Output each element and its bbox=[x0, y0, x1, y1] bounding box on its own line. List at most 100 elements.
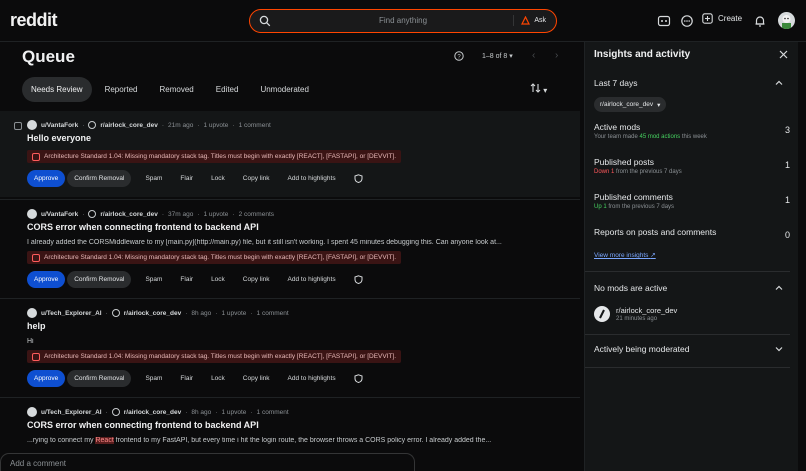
ask-label: Ask bbox=[534, 17, 546, 24]
post-body-start: ...rying to connect my bbox=[27, 437, 96, 444]
stat-value: 3 bbox=[784, 125, 790, 135]
spam-button[interactable]: Spam bbox=[137, 271, 170, 288]
shield-icon bbox=[354, 275, 363, 284]
post-author[interactable]: u/Tech_Explorer_AI bbox=[41, 310, 102, 317]
moderator-time: 21 minutes ago bbox=[616, 316, 658, 322]
stat-value: 1 bbox=[784, 195, 790, 205]
period-header[interactable]: Last 7 days bbox=[594, 78, 637, 88]
tab-reported[interactable]: Reported bbox=[96, 77, 147, 102]
post-subreddit[interactable]: r/airlock_core_dev bbox=[100, 122, 157, 129]
post-comments[interactable]: 1 comment bbox=[257, 409, 289, 416]
user-avatar-icon bbox=[27, 120, 37, 130]
post-comments[interactable]: 2 comments bbox=[239, 211, 274, 218]
close-icon[interactable] bbox=[779, 50, 788, 59]
post-title[interactable]: help bbox=[27, 321, 46, 331]
user-avatar-icon bbox=[27, 407, 37, 417]
chevron-up-icon[interactable] bbox=[775, 284, 783, 292]
post-subreddit[interactable]: r/airlock_core_dev bbox=[124, 409, 181, 416]
chevron-up-icon[interactable] bbox=[775, 79, 783, 87]
create-button[interactable]: Create bbox=[702, 13, 742, 24]
add-to-highlights-button[interactable]: Add to highlights bbox=[280, 370, 344, 387]
tab-removed[interactable]: Removed bbox=[151, 77, 203, 102]
confirm-removal-button[interactable]: Confirm Removal bbox=[67, 271, 132, 288]
subreddit-icon bbox=[111, 408, 120, 416]
stat-sub-post: from the previous 7 days bbox=[614, 169, 682, 175]
rule-text: Architecture Standard 1.04: Missing mand… bbox=[44, 353, 397, 360]
post-comments[interactable]: 1 comment bbox=[239, 122, 271, 129]
add-comment-input[interactable]: Add a comment bbox=[0, 453, 415, 471]
meta-separator: · bbox=[232, 121, 235, 129]
search-bar[interactable]: Find anything Ask bbox=[249, 9, 557, 33]
reddit-logo[interactable]: reddit bbox=[10, 10, 58, 31]
post-comments[interactable]: 1 comment bbox=[257, 310, 289, 317]
copy-link-button[interactable]: Copy link bbox=[235, 370, 278, 387]
post-subreddit[interactable]: r/airlock_core_dev bbox=[100, 211, 157, 218]
post-title[interactable]: CORS error when connecting frontend to b… bbox=[27, 420, 259, 430]
add-to-highlights-button[interactable]: Add to highlights bbox=[280, 271, 344, 288]
subreddit-logo-icon bbox=[594, 306, 610, 322]
queue-tabs: Needs Review Reported Removed Edited Unm… bbox=[22, 77, 322, 102]
highlighted-keyword: React bbox=[95, 437, 114, 444]
prev-page-icon[interactable]: ‹ bbox=[532, 50, 535, 61]
post-title[interactable]: CORS error when connecting frontend to b… bbox=[27, 222, 259, 232]
view-more-insights-link[interactable]: View more insights ↗ bbox=[594, 251, 656, 259]
shield-button[interactable] bbox=[346, 370, 371, 387]
post-subreddit[interactable]: r/airlock_core_dev bbox=[124, 310, 181, 317]
next-page-icon[interactable]: › bbox=[555, 50, 558, 61]
confirm-removal-button[interactable]: Confirm Removal bbox=[67, 370, 132, 387]
copy-link-button[interactable]: Copy link bbox=[235, 271, 278, 288]
sort-button[interactable]: ▾ bbox=[530, 83, 547, 95]
shield-icon bbox=[354, 374, 363, 383]
chevron-down-icon[interactable] bbox=[775, 345, 783, 353]
post-time: 37m ago bbox=[168, 210, 194, 218]
ask-button[interactable]: Ask bbox=[513, 12, 553, 29]
subreddit-icon bbox=[88, 210, 97, 218]
meta-separator: · bbox=[105, 309, 108, 317]
tab-unmoderated[interactable]: Unmoderated bbox=[251, 77, 317, 102]
lock-button[interactable]: Lock bbox=[203, 271, 233, 288]
copy-link-button[interactable]: Copy link bbox=[235, 170, 278, 187]
post-author[interactable]: u/Tech_Explorer_AI bbox=[41, 409, 102, 416]
insights-title: Insights and activity bbox=[594, 49, 691, 60]
meta-separator: · bbox=[161, 121, 165, 129]
add-to-highlights-button[interactable]: Add to highlights bbox=[280, 170, 344, 187]
post-title[interactable]: Hello everyone bbox=[27, 133, 91, 143]
divider bbox=[585, 271, 790, 272]
spam-button[interactable]: Spam bbox=[137, 170, 170, 187]
no-mods-header[interactable]: No mods are active bbox=[594, 283, 667, 293]
pagination-dropdown[interactable]: 1–8 of 8 ▾ bbox=[482, 52, 513, 60]
chat-icon[interactable] bbox=[680, 14, 694, 28]
flair-button[interactable]: Flair bbox=[172, 271, 201, 288]
lock-button[interactable]: Lock bbox=[203, 170, 233, 187]
meta-separator: · bbox=[185, 408, 188, 416]
lock-button[interactable]: Lock bbox=[203, 370, 233, 387]
meta-separator: · bbox=[185, 309, 188, 317]
flair-button[interactable]: Flair bbox=[172, 170, 201, 187]
bell-icon[interactable] bbox=[753, 14, 767, 28]
actively-moderated-header[interactable]: Actively being moderated bbox=[594, 344, 689, 354]
post-author[interactable]: u/VantaFork bbox=[41, 211, 78, 218]
tab-needs-review[interactable]: Needs Review bbox=[22, 77, 92, 102]
user-avatar[interactable] bbox=[778, 12, 795, 29]
subreddit-icon bbox=[111, 309, 120, 317]
mod-queue-icon[interactable] bbox=[657, 14, 671, 28]
approve-button[interactable]: Approve bbox=[27, 271, 66, 288]
post-author[interactable]: u/VantaFork bbox=[41, 122, 78, 129]
approve-button[interactable]: Approve bbox=[27, 170, 66, 187]
help-icon[interactable]: ? bbox=[454, 51, 464, 61]
flair-button[interactable]: Flair bbox=[172, 370, 201, 387]
confirm-removal-button[interactable]: Confirm Removal bbox=[67, 170, 132, 187]
spam-button[interactable]: Spam bbox=[137, 370, 170, 387]
automod-icon bbox=[32, 253, 40, 262]
post-checkbox[interactable] bbox=[14, 122, 22, 130]
meta-separator: · bbox=[250, 408, 253, 416]
view-more-label: View more insights bbox=[594, 252, 649, 259]
subreddit-selector[interactable]: r/airlock_core_dev ▾ bbox=[594, 97, 667, 112]
approve-button[interactable]: Approve bbox=[27, 370, 66, 387]
shield-button[interactable] bbox=[346, 170, 371, 187]
post-actions: Approve Confirm Removal Spam Flair Lock … bbox=[27, 271, 373, 288]
post-meta: u/Tech_Explorer_AI · r/airlock_core_dev … bbox=[27, 407, 289, 417]
shield-button[interactable] bbox=[346, 271, 371, 288]
tab-edited[interactable]: Edited bbox=[207, 77, 248, 102]
post-meta: u/VantaFork · r/airlock_core_dev · 21m a… bbox=[27, 120, 271, 130]
